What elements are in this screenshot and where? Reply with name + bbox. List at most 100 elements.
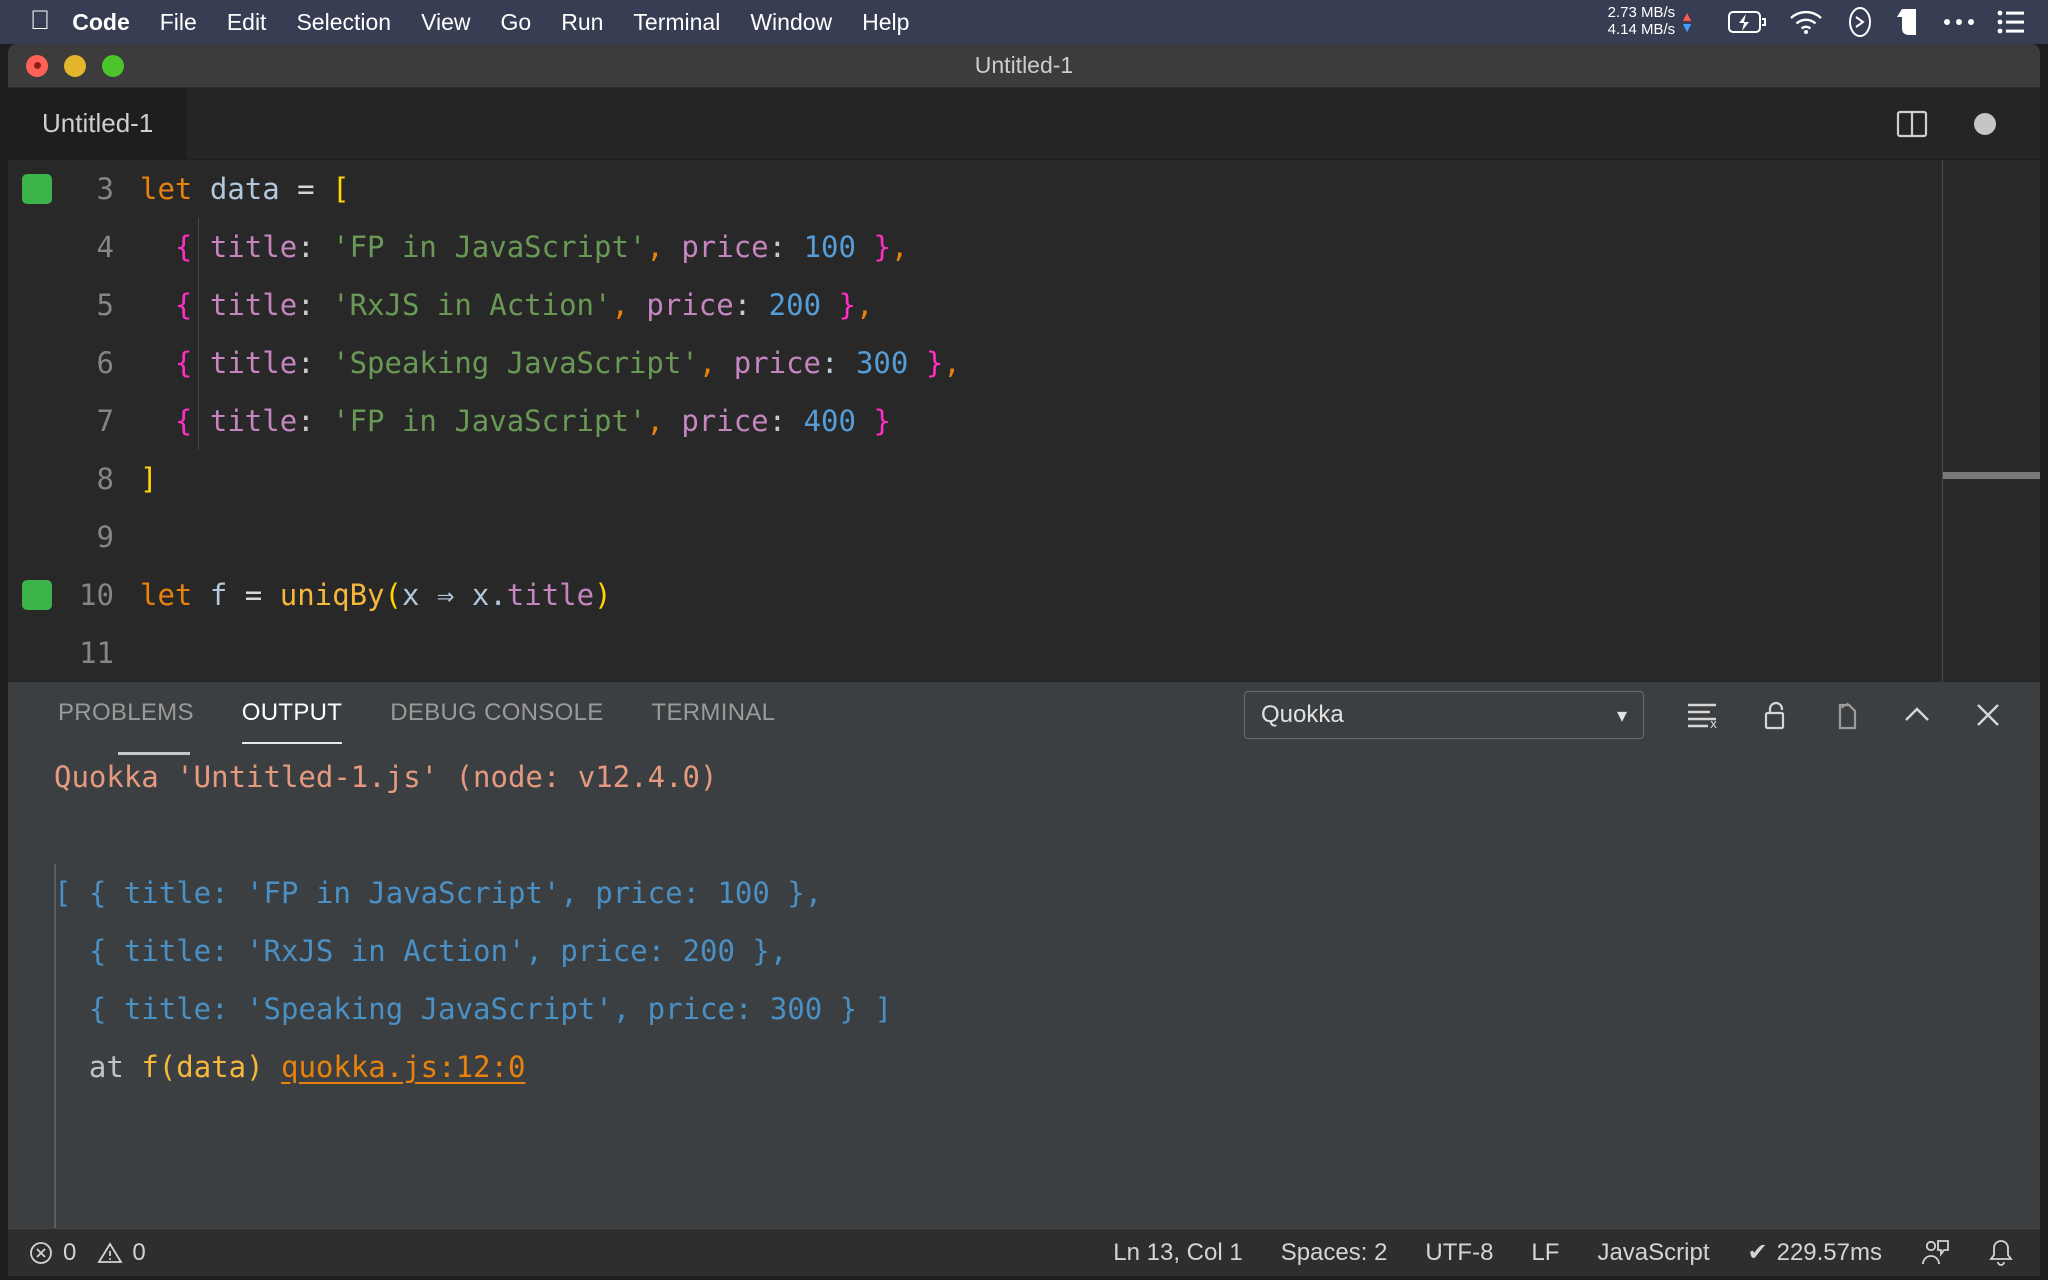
download-arrow-icon: ▼ xyxy=(1680,19,1694,35)
quokka-live-marker-icon xyxy=(22,174,52,204)
code-line[interactable]: 5 { title: 'RxJS in Action', price: 200 … xyxy=(8,276,2040,334)
status-language-mode[interactable]: JavaScript xyxy=(1597,1239,1709,1267)
status-quokka-timing[interactable]: ✔ 229.57ms xyxy=(1747,1238,1882,1267)
line-number: 7 xyxy=(96,404,114,438)
panel-tab-problems[interactable]: PROBLEMS xyxy=(58,699,194,732)
menu-item-file[interactable]: File xyxy=(160,9,197,36)
panel-tab-output-label: OUTPUT xyxy=(241,698,343,726)
panel-tab-debug-console-label: DEBUG CONSOLE xyxy=(390,698,604,726)
panel-tab-terminal-label: TERMINAL xyxy=(651,698,776,726)
line-number: 5 xyxy=(96,288,114,322)
menu-item-code[interactable]: Code xyxy=(72,9,130,36)
menu-item-window[interactable]: Window xyxy=(750,9,832,36)
status-problems[interactable]: 0 0 xyxy=(28,1239,146,1267)
menu-item-terminal[interactable]: Terminal xyxy=(633,9,720,36)
split-editor-icon[interactable] xyxy=(1896,108,1928,140)
line-number: 6 xyxy=(96,346,114,380)
feedback-icon[interactable] xyxy=(1920,1238,1950,1268)
panel-tab-terminal[interactable]: TERMINAL xyxy=(652,699,776,732)
warning-count: 0 xyxy=(132,1238,146,1266)
output-line: at f(data) quokka.js:12:0 xyxy=(54,1050,526,1084)
code-line[interactable]: 10 let f = uniqBy(x ⇒ x.title) xyxy=(8,566,2040,624)
ellipsis-icon[interactable] xyxy=(1942,16,1976,28)
output-group-bar xyxy=(54,864,56,1236)
clear-output-icon[interactable]: x xyxy=(1686,700,1720,730)
network-speed-indicator[interactable]: 2.73 MB/s 4.14 MB/s ▲ ▼ xyxy=(1607,4,1694,39)
apple-icon[interactable]:  xyxy=(30,6,50,34)
output-scroll-indicator xyxy=(118,752,190,755)
svg-text:x: x xyxy=(1710,717,1717,730)
code-line-text: { title: 'FP in JavaScript', price: 400 … xyxy=(174,404,891,438)
warning-triangle-icon xyxy=(97,1240,123,1266)
code-line[interactable]: 8] xyxy=(8,450,2040,508)
menu-item-selection[interactable]: Selection xyxy=(296,9,391,36)
editor-actions xyxy=(1896,108,1996,140)
indent-guide xyxy=(198,276,199,334)
minimap-slider-thumb[interactable] xyxy=(1943,472,2040,479)
editor-tab-bar: Untitled-1 xyxy=(8,87,2040,160)
output-line-list: [ { title: 'FP in JavaScript', price: 10… xyxy=(54,864,2040,1096)
menu-item-go[interactable]: Go xyxy=(501,9,532,36)
code-line-text: { title: 'FP in JavaScript', price: 100 … xyxy=(174,230,909,264)
status-encoding[interactable]: UTF-8 xyxy=(1425,1239,1493,1267)
panel-tab-debug-console[interactable]: DEBUG CONSOLE xyxy=(390,699,603,732)
output-header-line: Quokka 'Untitled-1.js' (node: v12.4.0) xyxy=(54,760,718,794)
menu-item-help[interactable]: Help xyxy=(862,9,909,36)
close-panel-icon[interactable] xyxy=(1974,701,2002,729)
vpn-icon[interactable] xyxy=(1844,6,1876,38)
bell-icon[interactable] xyxy=(1988,1238,2014,1268)
status-bar: 0 0 Ln 13, Col 1 Spaces: 2 UTF-8 LF Java… xyxy=(8,1228,2040,1276)
status-eol[interactable]: LF xyxy=(1531,1239,1559,1267)
code-line[interactable]: 11 xyxy=(8,624,2040,682)
panel-tab-bar: PROBLEMS OUTPUT DEBUG CONSOLE TERMINAL Q… xyxy=(8,682,2040,748)
window-title-bar: Untitled-1 xyxy=(8,44,2040,88)
editor-tab-label: Untitled-1 xyxy=(42,108,154,138)
output-channel-value: Quokka xyxy=(1261,701,1344,728)
output-line: { title: 'Speaking JavaScript', price: 3… xyxy=(54,992,893,1026)
panel-tab-problems-label: PROBLEMS xyxy=(58,698,194,726)
error-count: 0 xyxy=(63,1238,77,1266)
output-channel-select[interactable]: Quokka ▾ xyxy=(1244,691,1644,739)
panel-tab-output[interactable]: OUTPUT xyxy=(241,698,343,744)
code-editor[interactable]: 3 let data = [4 { title: 'FP in JavaScrip… xyxy=(8,160,2040,682)
line-number: 11 xyxy=(79,636,114,670)
editor-minimap[interactable] xyxy=(1942,160,2040,682)
open-in-editor-icon[interactable] xyxy=(1832,699,1860,731)
vscode-window: Untitled-1 Untitled-1 3 let data = [4 { t… xyxy=(8,44,2040,1276)
editor-tab-untitled-1[interactable]: Untitled-1 xyxy=(8,87,188,160)
status-bar-left: 0 0 xyxy=(28,1239,146,1267)
chevron-down-icon: ▾ xyxy=(1616,704,1627,727)
status-cursor-position[interactable]: Ln 13, Col 1 xyxy=(1113,1239,1242,1267)
line-number: 8 xyxy=(96,462,114,496)
code-line[interactable]: 9 xyxy=(8,508,2040,566)
control-center-icon[interactable] xyxy=(1996,9,2026,35)
code-line-text: let data = [ xyxy=(140,172,350,206)
check-icon: ✔ xyxy=(1747,1239,1768,1266)
code-line[interactable]: 6 { title: 'Speaking JavaScript', price:… xyxy=(8,334,2040,392)
output-source-link[interactable]: quokka.js:12:0 xyxy=(281,1050,525,1084)
indent-guide xyxy=(198,334,199,392)
code-line[interactable]: 7 { title: 'FP in JavaScript', price: 40… xyxy=(8,392,2040,450)
maximize-panel-icon[interactable] xyxy=(1902,703,1932,727)
evernote-icon[interactable] xyxy=(1896,6,1922,38)
unsaved-dot-icon[interactable] xyxy=(1974,112,1996,135)
menu-item-run[interactable]: Run xyxy=(561,9,603,36)
code-line-text: { title: 'RxJS in Action', price: 200 }, xyxy=(174,288,874,322)
line-number: 4 xyxy=(96,230,114,264)
code-line[interactable]: 4 { title: 'FP in JavaScript', price: 10… xyxy=(8,218,2040,276)
panel-actions: Quokka ▾ x xyxy=(1244,691,2002,739)
wifi-icon[interactable] xyxy=(1788,9,1824,35)
quokka-elapsed-time: 229.57ms xyxy=(1776,1238,1882,1266)
code-line-text: let f = uniqBy(x ⇒ x.title) xyxy=(140,578,612,612)
battery-charging-icon[interactable] xyxy=(1728,9,1768,35)
status-indentation[interactable]: Spaces: 2 xyxy=(1281,1239,1388,1267)
code-line[interactable]: 3 let data = [ xyxy=(8,160,2040,218)
indent-guide xyxy=(198,218,199,276)
indent-guide xyxy=(198,392,199,450)
output-line: { title: 'RxJS in Action', price: 200 }, xyxy=(54,934,788,968)
lock-scroll-icon[interactable] xyxy=(1762,699,1790,731)
output-view[interactable]: Quokka 'Untitled-1.js' (node: v12.4.0) [… xyxy=(8,748,2040,1236)
upload-speed: 2.73 MB/s xyxy=(1607,4,1676,22)
menu-item-edit[interactable]: Edit xyxy=(227,9,267,36)
menu-item-view[interactable]: View xyxy=(421,9,470,36)
